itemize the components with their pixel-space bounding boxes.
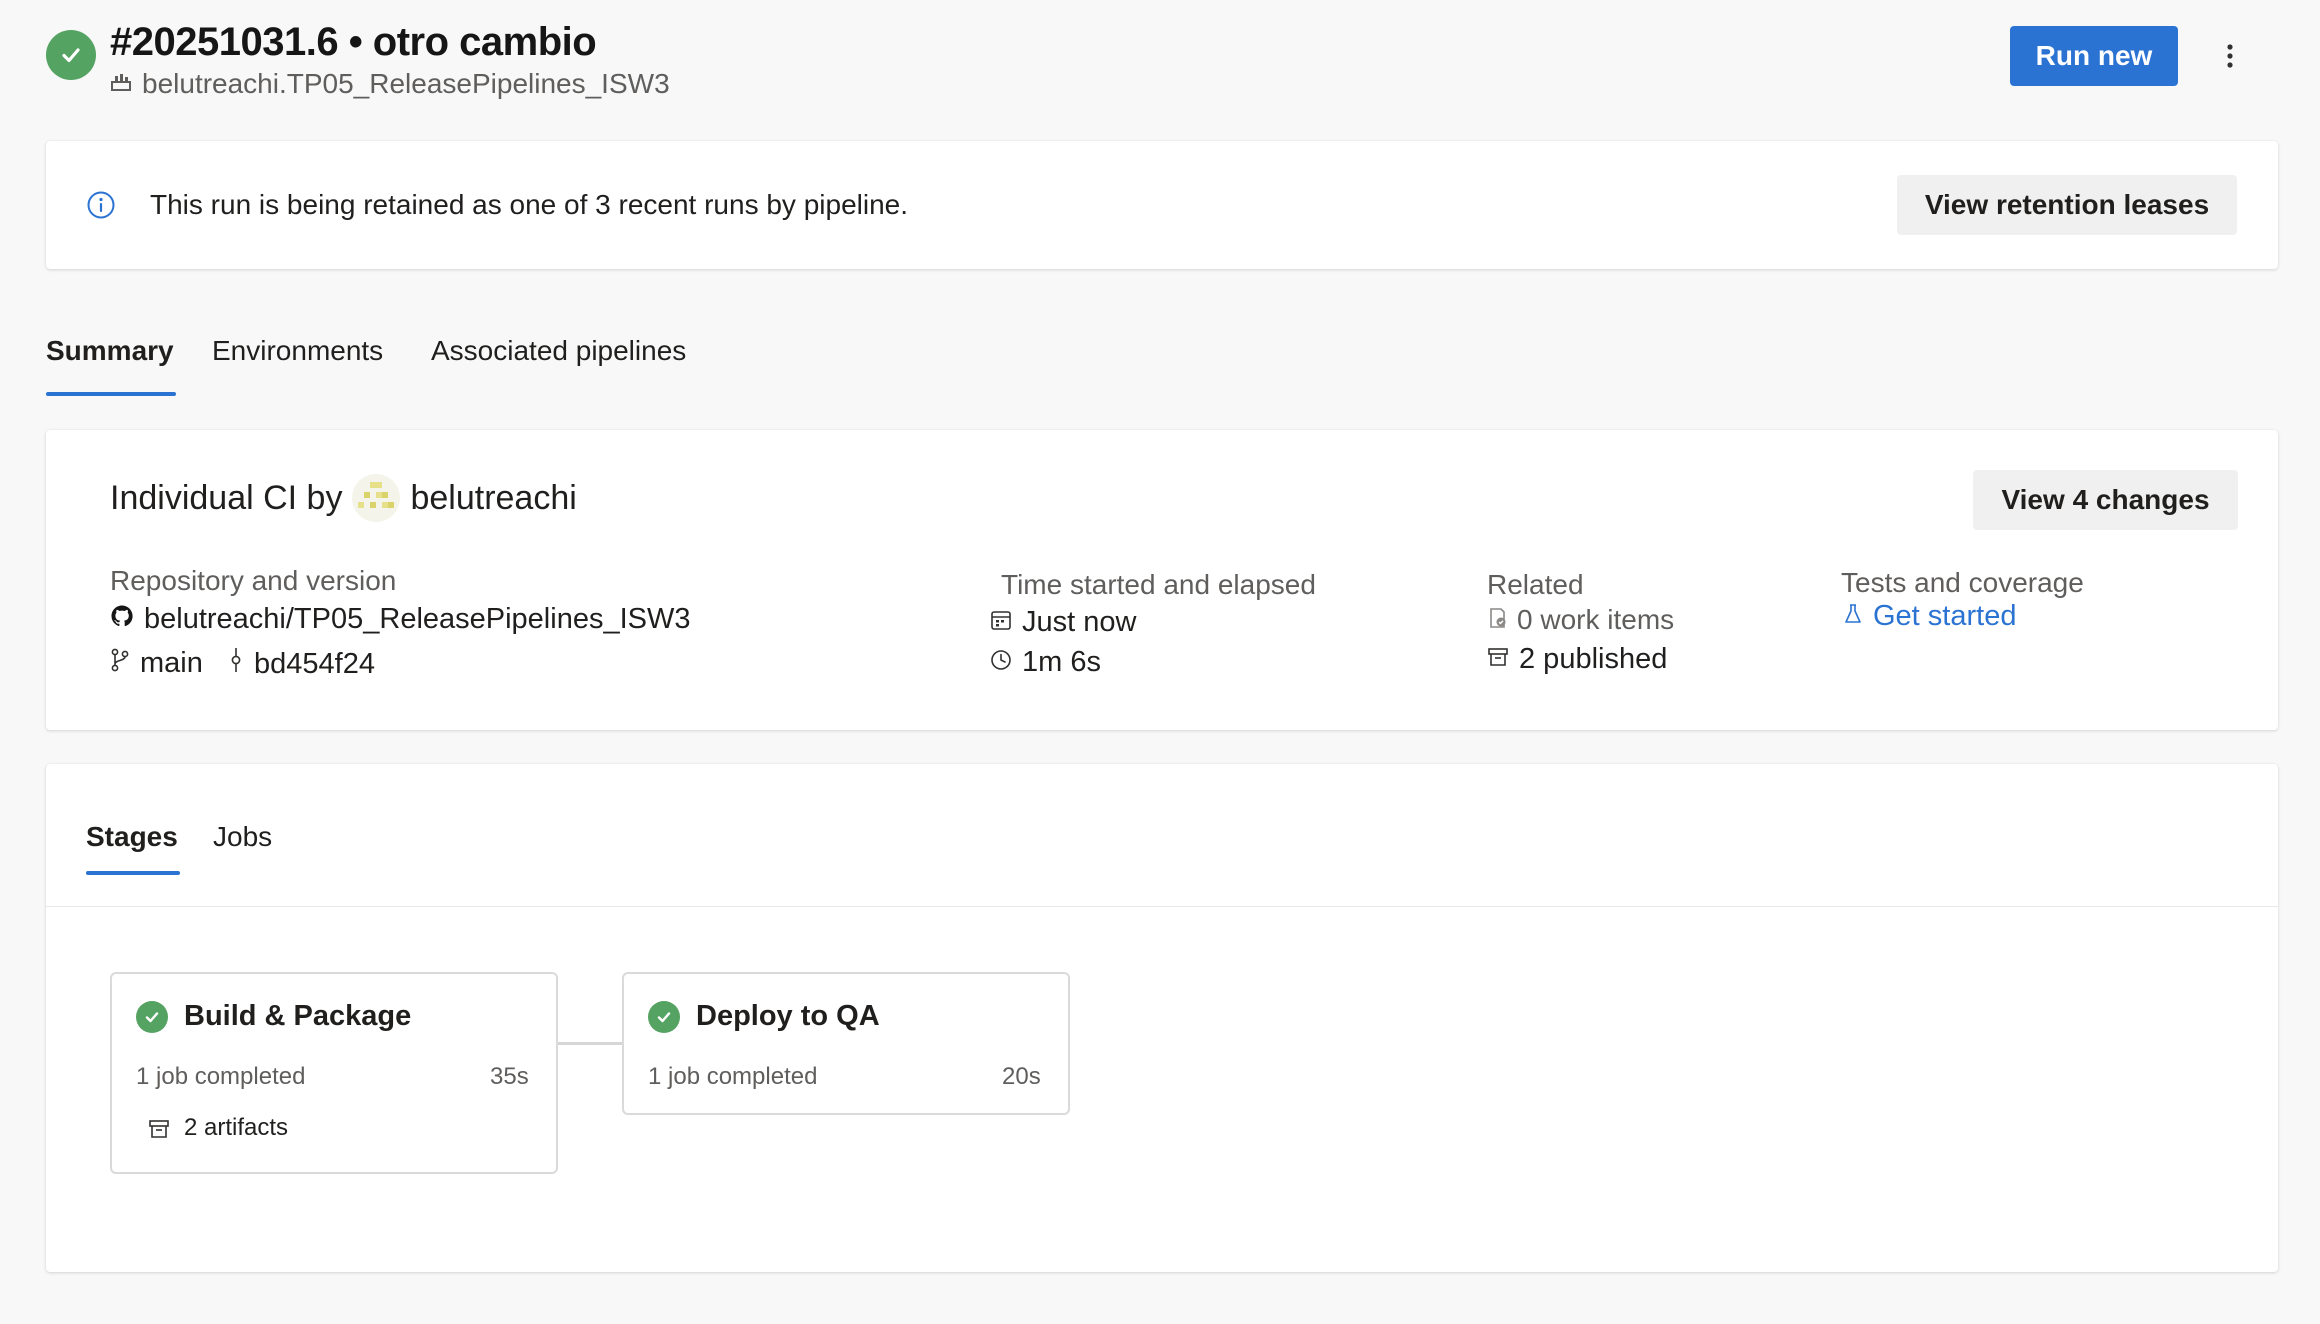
stage-jobs-status: 1 job completed <box>136 1063 306 1090</box>
artifact-icon <box>148 1118 170 1145</box>
trigger-user[interactable]: belutreachi <box>410 479 576 518</box>
calendar-icon <box>990 606 1012 639</box>
stage-name: Deploy to QA <box>696 1000 880 1032</box>
get-started-link[interactable]: Get started <box>1843 600 2016 633</box>
stage-duration: 35s <box>490 1063 529 1090</box>
published-artifacts-link[interactable]: 2 published <box>1487 643 1667 676</box>
info-icon <box>86 190 116 225</box>
tab-summary[interactable]: Summary <box>46 335 174 367</box>
stage-connector <box>558 1042 622 1045</box>
tab-associated-pipelines[interactable]: Associated pipelines <box>431 335 686 367</box>
stage-artifacts-link[interactable]: 2 artifacts <box>184 1114 288 1142</box>
pipeline-name: belutreachi.TP05_ReleasePipelines_ISW3 <box>142 68 670 99</box>
commit-hash: bd454f24 <box>254 647 375 680</box>
tab-jobs[interactable]: Jobs <box>213 821 272 853</box>
stages-divider <box>46 906 2278 907</box>
tab-summary-underline <box>46 392 176 396</box>
time-elapsed-value: 1m 6s <box>1022 646 1101 678</box>
stage-succeeded-icon <box>136 1001 168 1033</box>
stage-succeeded-icon <box>648 1001 680 1033</box>
pipeline-link[interactable]: belutreachi.TP05_ReleasePipelines_ISW3 <box>110 68 670 100</box>
time-started: Just now <box>990 606 1136 639</box>
time-elapsed: 1m 6s <box>990 646 1101 679</box>
get-started-text: Get started <box>1873 600 2017 632</box>
branch-link[interactable]: main <box>110 647 203 680</box>
repo-name: belutreachi/TP05_ReleasePipelines_ISW3 <box>144 603 691 635</box>
repo-label: Repository and version <box>110 565 397 596</box>
more-actions-icon[interactable] <box>2210 36 2250 76</box>
work-items-link[interactable]: 0 work items <box>1487 604 1674 636</box>
stage-duration: 20s <box>1002 1063 1041 1090</box>
repo-link[interactable]: belutreachi/TP05_ReleasePipelines_ISW3 <box>110 603 690 636</box>
view-changes-button[interactable]: View 4 changes <box>1973 470 2238 530</box>
tab-stages-underline <box>86 871 180 875</box>
view-retention-leases-button[interactable]: View retention leases <box>1897 175 2237 235</box>
stage-deploy-qa[interactable] <box>622 972 1070 1115</box>
run-title: #20251031.6 • otro cambio <box>110 20 597 64</box>
work-items-count: 0 work items <box>1517 604 1675 635</box>
tab-environments[interactable]: Environments <box>212 335 383 367</box>
flask-icon <box>1843 600 1863 633</box>
commit-icon <box>228 647 244 681</box>
pipeline-icon <box>110 68 132 100</box>
stage-jobs-status: 1 job completed <box>648 1063 818 1090</box>
published-count: 2 published <box>1519 643 1668 675</box>
retention-message: This run is being retained as one of 3 r… <box>150 189 909 220</box>
branch-icon <box>110 647 130 680</box>
stage-name: Build & Package <box>184 1000 412 1032</box>
commit-link[interactable]: bd454f24 <box>228 647 375 681</box>
tests-label: Tests and coverage <box>1841 567 2084 598</box>
related-label: Related <box>1487 569 1584 600</box>
clock-icon <box>990 646 1012 679</box>
time-started-value: Just now <box>1022 606 1137 638</box>
branch-name: main <box>140 647 203 679</box>
avatar[interactable] <box>352 474 401 522</box>
run-new-button[interactable]: Run new <box>2010 26 2178 86</box>
trigger-prefix: Individual CI by <box>110 478 343 517</box>
artifact-icon <box>1487 643 1509 676</box>
time-label: Time started and elapsed <box>1001 569 1316 600</box>
run-succeeded-icon <box>46 30 96 80</box>
trigger-info: Individual CI by belutreachi <box>110 474 577 522</box>
work-item-icon <box>1487 604 1509 636</box>
github-icon <box>110 603 134 636</box>
tab-stages[interactable]: Stages <box>86 821 178 853</box>
